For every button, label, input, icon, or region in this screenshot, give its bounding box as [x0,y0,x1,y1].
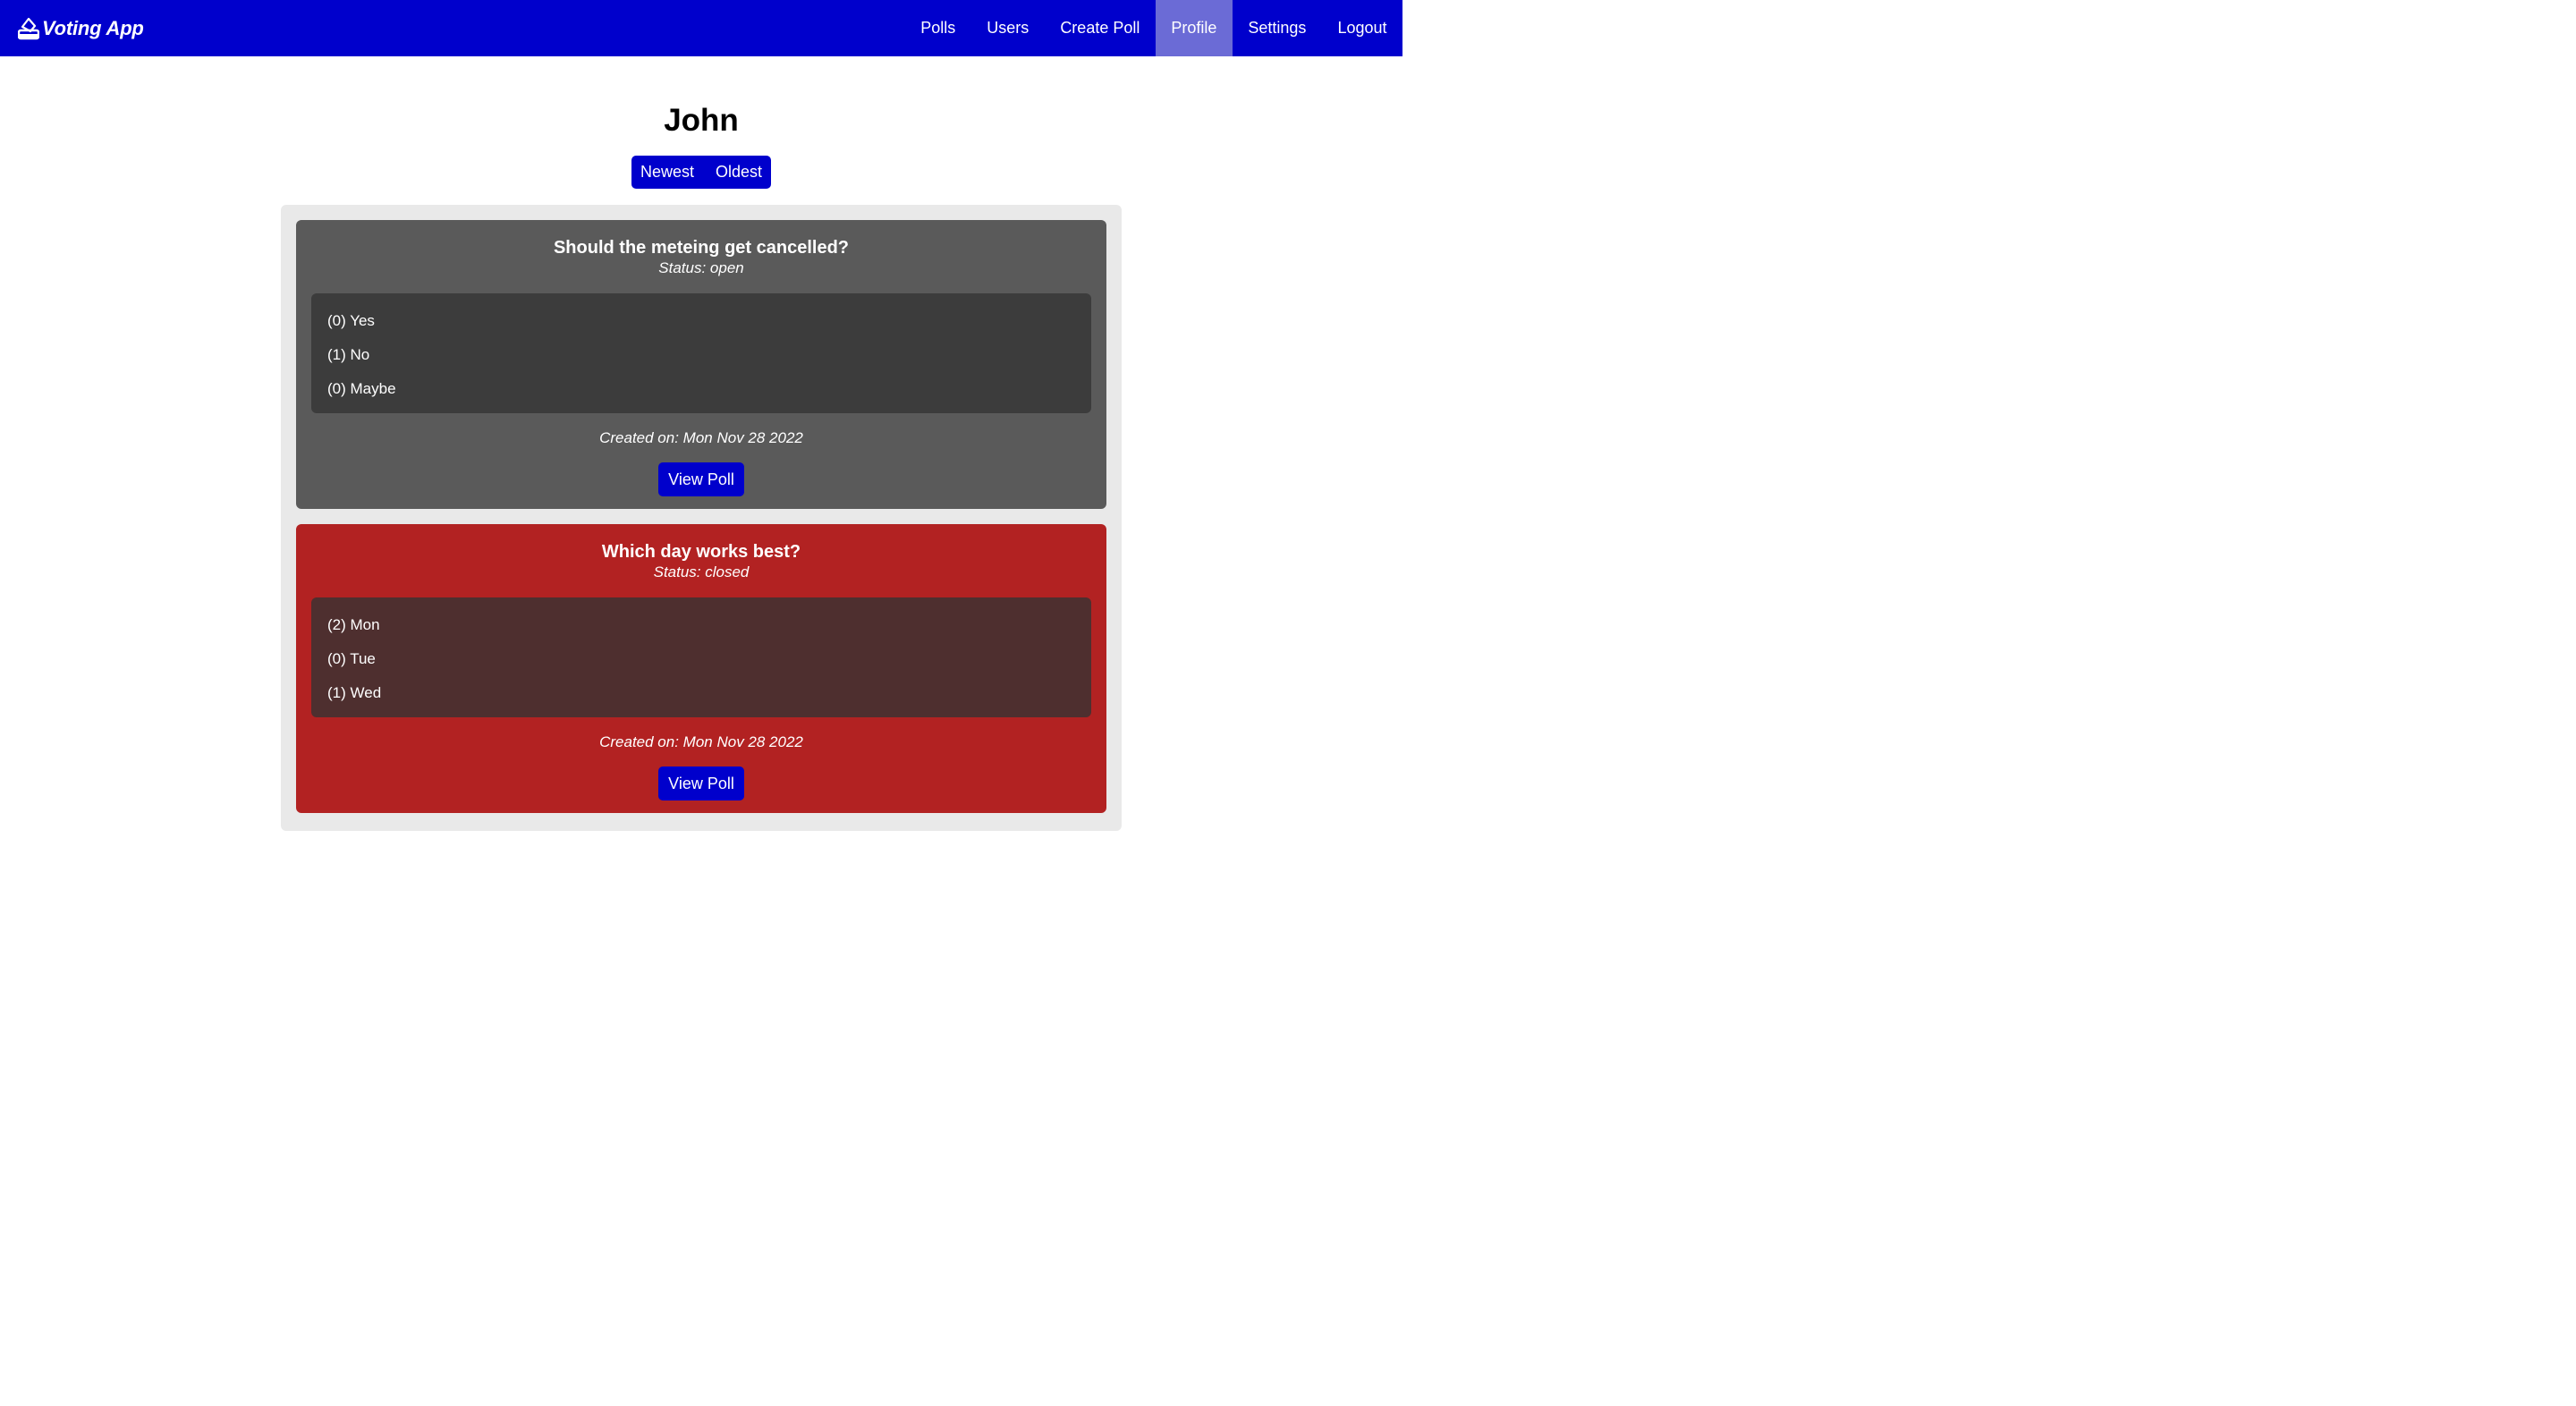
nav-links: Polls Users Create Poll Profile Settings… [905,0,1402,56]
poll-list: Should the meteing get cancelled? Status… [281,205,1122,831]
nav-profile[interactable]: Profile [1155,0,1233,56]
view-poll-button[interactable]: View Poll [658,767,744,800]
poll-title: Which day works best? [601,542,801,562]
profile-name: John [664,103,739,138]
nav-settings[interactable]: Settings [1233,0,1322,56]
nav-users[interactable]: Users [971,0,1045,56]
poll-options: (2) Mon (0) Tue (1) Wed [311,597,1091,717]
poll-title: Should the meteing get cancelled? [553,238,850,258]
poll-card: Which day works best? Status: closed (2)… [296,524,1106,813]
poll-option: (0) Maybe [327,380,396,397]
sort-oldest-button[interactable]: Oldest [705,156,773,189]
poll-option: (0) Yes [327,312,375,329]
ballot-box-icon [18,17,39,39]
sort-toggle-group: Newest Oldest [631,156,771,189]
nav-logout[interactable]: Logout [1322,0,1402,56]
poll-status: Status: open [658,259,744,276]
poll-option: (1) No [327,346,370,363]
poll-card: Should the meteing get cancelled? Status… [296,220,1106,509]
poll-created-date: Created on: Mon Nov 28 2022 [599,429,803,446]
poll-created-date: Created on: Mon Nov 28 2022 [599,733,803,750]
poll-option: (2) Mon [327,616,380,633]
poll-options: (0) Yes (1) No (0) Maybe [311,293,1091,413]
poll-status: Status: closed [653,563,750,580]
brand-logo[interactable]: Voting App [18,17,144,40]
poll-option: (1) Wed [327,684,382,701]
view-poll-button[interactable]: View Poll [658,462,744,496]
nav-polls[interactable]: Polls [905,0,971,56]
sort-newest-button[interactable]: Newest [630,156,705,189]
brand-name: Voting App [42,16,144,39]
poll-option: (0) Tue [327,650,376,667]
navbar: Voting App Polls Users Create Poll Profi… [0,0,1402,56]
nav-create-poll[interactable]: Create Poll [1045,0,1156,56]
